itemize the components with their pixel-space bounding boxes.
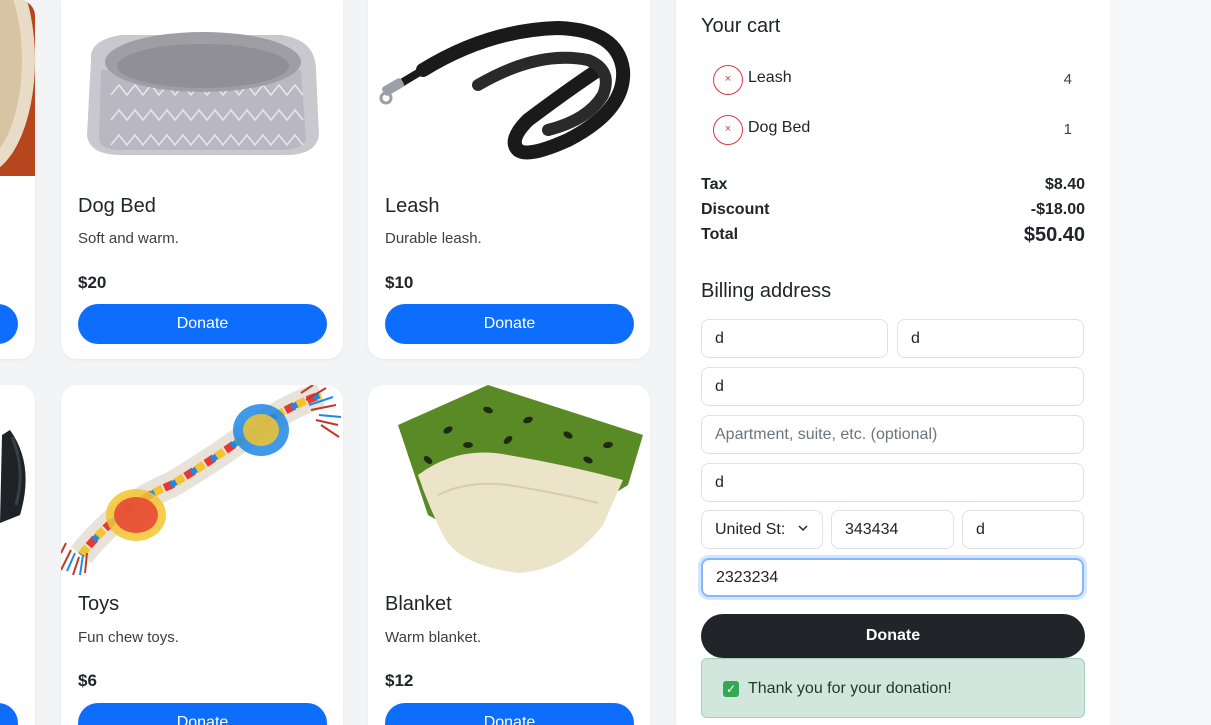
product-title: Leash	[385, 195, 440, 217]
zip-input[interactable]: 343434	[831, 510, 954, 549]
chevron-down-icon	[798, 525, 808, 532]
cart-title: Your cart	[701, 15, 781, 37]
total-label: Total	[701, 226, 739, 243]
product-card-blanket: Blanket Warm blanket. $12 Donate	[368, 385, 650, 725]
product-price: $10	[385, 273, 414, 292]
check-icon: ✓	[723, 681, 739, 697]
donate-button[interactable]: Donate	[385, 304, 634, 344]
remove-item-button[interactable]: ×	[713, 115, 743, 145]
success-alert: ✓ Thank you for your donation!	[701, 658, 1085, 718]
billing-title: Billing address	[701, 280, 832, 302]
address2-input[interactable]: Apartment, suite, etc. (optional)	[701, 415, 1084, 454]
bowl-image	[0, 385, 35, 565]
product-title: Dog Bed	[78, 195, 156, 217]
leash-image	[368, 0, 650, 180]
donate-button-partial[interactable]	[0, 703, 18, 725]
checkout-panel: Your cart × Leash 4 × Dog Bed 1 Tax $8.4…	[676, 0, 1110, 725]
product-price: $12	[385, 671, 414, 690]
product-title: Toys	[78, 593, 120, 615]
state-input[interactable]: d	[962, 510, 1084, 549]
product-description: Fun chew toys.	[78, 629, 179, 646]
product-card-partial-1	[0, 0, 35, 359]
discount-value: -$18.00	[1030, 201, 1085, 218]
product-description: Durable leash.	[385, 230, 482, 247]
success-message: Thank you for your donation!	[748, 680, 952, 697]
product-description: Soft and warm.	[78, 230, 179, 247]
product-description: Warm blanket.	[385, 629, 482, 646]
phone-input[interactable]: 2323234	[701, 558, 1084, 597]
submit-donate-button[interactable]: Donate	[701, 614, 1085, 658]
blanket-image	[368, 385, 650, 575]
discount-label: Discount	[701, 201, 770, 218]
cart-item-name: Leash	[748, 69, 792, 86]
product-price: $20	[78, 273, 107, 292]
donate-button-partial[interactable]	[0, 304, 18, 344]
dog-bed-image	[61, 0, 343, 180]
cart-item: × Leash 4	[713, 65, 1085, 97]
cart-item: × Dog Bed 1	[713, 115, 1085, 147]
page: Dog Bed Soft and warm. $20 Donate Leash …	[0, 0, 1211, 725]
country-value: United St:	[715, 520, 786, 538]
product-image	[0, 0, 35, 176]
product-card-partial-2	[0, 385, 35, 725]
cart-item-qty: 1	[1063, 121, 1072, 138]
product-title: Blanket	[385, 593, 452, 615]
page-margin	[1110, 0, 1211, 725]
toys-image	[61, 385, 343, 575]
first-name-input[interactable]: d	[701, 319, 888, 358]
cart-item-qty: 4	[1063, 71, 1072, 88]
product-card-toys: Toys Fun chew toys. $6 Donate	[61, 385, 343, 725]
donate-button[interactable]: Donate	[385, 703, 634, 725]
cart-item-name: Dog Bed	[748, 119, 811, 136]
donate-button[interactable]: Donate	[78, 703, 327, 725]
product-price: $6	[78, 671, 97, 690]
remove-item-button[interactable]: ×	[713, 65, 743, 95]
tax-value: $8.40	[1044, 176, 1085, 193]
address-input[interactable]: d	[701, 367, 1084, 406]
last-name-input[interactable]: d	[897, 319, 1084, 358]
product-card-dog-bed: Dog Bed Soft and warm. $20 Donate	[61, 0, 343, 359]
donate-button[interactable]: Donate	[78, 304, 327, 344]
city-input[interactable]: d	[701, 463, 1084, 502]
product-card-leash: Leash Durable leash. $10 Donate	[368, 0, 650, 359]
country-select[interactable]: United St:	[701, 510, 823, 549]
tax-label: Tax	[701, 176, 728, 193]
total-value: $50.40	[1023, 224, 1085, 246]
